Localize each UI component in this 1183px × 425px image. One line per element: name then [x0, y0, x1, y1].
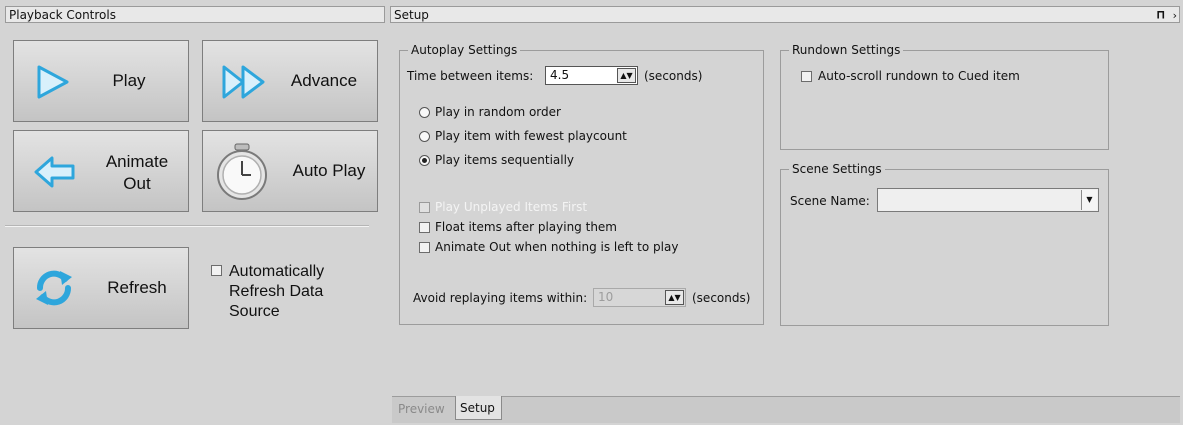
animate-out-empty-checkbox[interactable] [419, 242, 430, 253]
time-between-label: Time between items: [407, 69, 534, 83]
time-between-stepper[interactable]: 4.5 ▲▼ [545, 66, 638, 85]
time-between-unit: (seconds) [644, 69, 703, 83]
auto-scroll-checkbox[interactable] [801, 71, 812, 82]
setup-panel-title: Setup 𝚷 › [390, 6, 1180, 23]
radio-fewest-playcount[interactable] [419, 131, 430, 142]
close-icon[interactable]: › [1173, 7, 1177, 24]
auto-refresh-label-line2: Refresh Data [229, 283, 324, 300]
advance-label: Advance [290, 71, 358, 90]
refresh-button[interactable]: Refresh [13, 247, 189, 329]
unplayed-first-checkbox[interactable] [419, 202, 430, 213]
stopwatch-icon [217, 143, 267, 200]
auto-play-label: Auto Play [292, 161, 366, 180]
refresh-icon [36, 270, 72, 306]
time-between-value: 4.5 [550, 68, 570, 82]
float-items-label: Float items after playing them [435, 220, 617, 234]
scene-name-combobox[interactable]: ▼ [877, 188, 1099, 212]
rundown-settings-group: Rundown Settings [780, 42, 1109, 150]
spin-up-down-icon[interactable]: ▲▼ [665, 290, 684, 305]
advance-button[interactable]: Advance [202, 40, 378, 122]
play-icon [37, 65, 69, 99]
avoid-replay-label: Avoid replaying items within: [413, 291, 588, 305]
spin-up-down-icon[interactable]: ▲▼ [617, 68, 636, 83]
divider [5, 225, 369, 227]
unplayed-first-label: Play Unplayed Items First [435, 200, 588, 214]
animate-out-label-line1: Animate [105, 152, 169, 171]
autoplay-settings-title: Autoplay Settings [408, 42, 521, 58]
animate-out-button[interactable]: Animate Out [13, 130, 189, 212]
animate-out-label-line2: Out [123, 174, 151, 193]
avoid-replay-value: 10 [598, 290, 614, 304]
tab-setup[interactable]: Setup [455, 396, 502, 420]
radio-fewest-label: Play item with fewest playcount [435, 129, 627, 143]
auto-scroll-label: Auto-scroll rundown to Cued item [818, 69, 1020, 83]
playback-panel-title: Playback Controls [5, 6, 385, 23]
animate-out-empty-label: Animate Out when nothing is left to play [435, 240, 679, 254]
refresh-label: Refresh [107, 278, 167, 297]
float-items-checkbox[interactable] [419, 222, 430, 233]
tab-setup-label: Setup [460, 401, 495, 415]
avoid-replay-stepper[interactable]: 10 ▲▼ [593, 288, 686, 307]
auto-play-button[interactable]: Auto Play [202, 130, 378, 212]
radio-random-order[interactable] [419, 107, 430, 118]
play-label: Play [112, 71, 146, 90]
play-button[interactable]: Play [13, 40, 189, 122]
auto-refresh-label-line3: Source [229, 303, 280, 320]
radio-sequential-label: Play items sequentially [435, 153, 575, 167]
scene-name-label: Scene Name: [790, 194, 870, 208]
fast-forward-icon [222, 65, 265, 99]
auto-refresh-checkbox[interactable] [211, 265, 222, 276]
radio-sequential[interactable] [419, 155, 430, 166]
radio-random-label: Play in random order [435, 105, 561, 119]
scene-settings-title: Scene Settings [789, 161, 885, 177]
chevron-down-icon[interactable]: ▼ [1081, 190, 1097, 210]
auto-refresh-label-line1: Automatically [229, 263, 325, 280]
setup-title-text: Setup [394, 8, 429, 22]
rundown-settings-title: Rundown Settings [789, 42, 904, 58]
tab-bar [392, 396, 1180, 423]
pin-icon[interactable]: 𝚷 [1157, 7, 1165, 24]
tab-preview[interactable]: Preview [398, 401, 445, 417]
arrow-left-icon [34, 156, 75, 188]
autoplay-settings-group: Autoplay Settings [399, 42, 764, 325]
avoid-replay-unit: (seconds) [692, 291, 751, 305]
